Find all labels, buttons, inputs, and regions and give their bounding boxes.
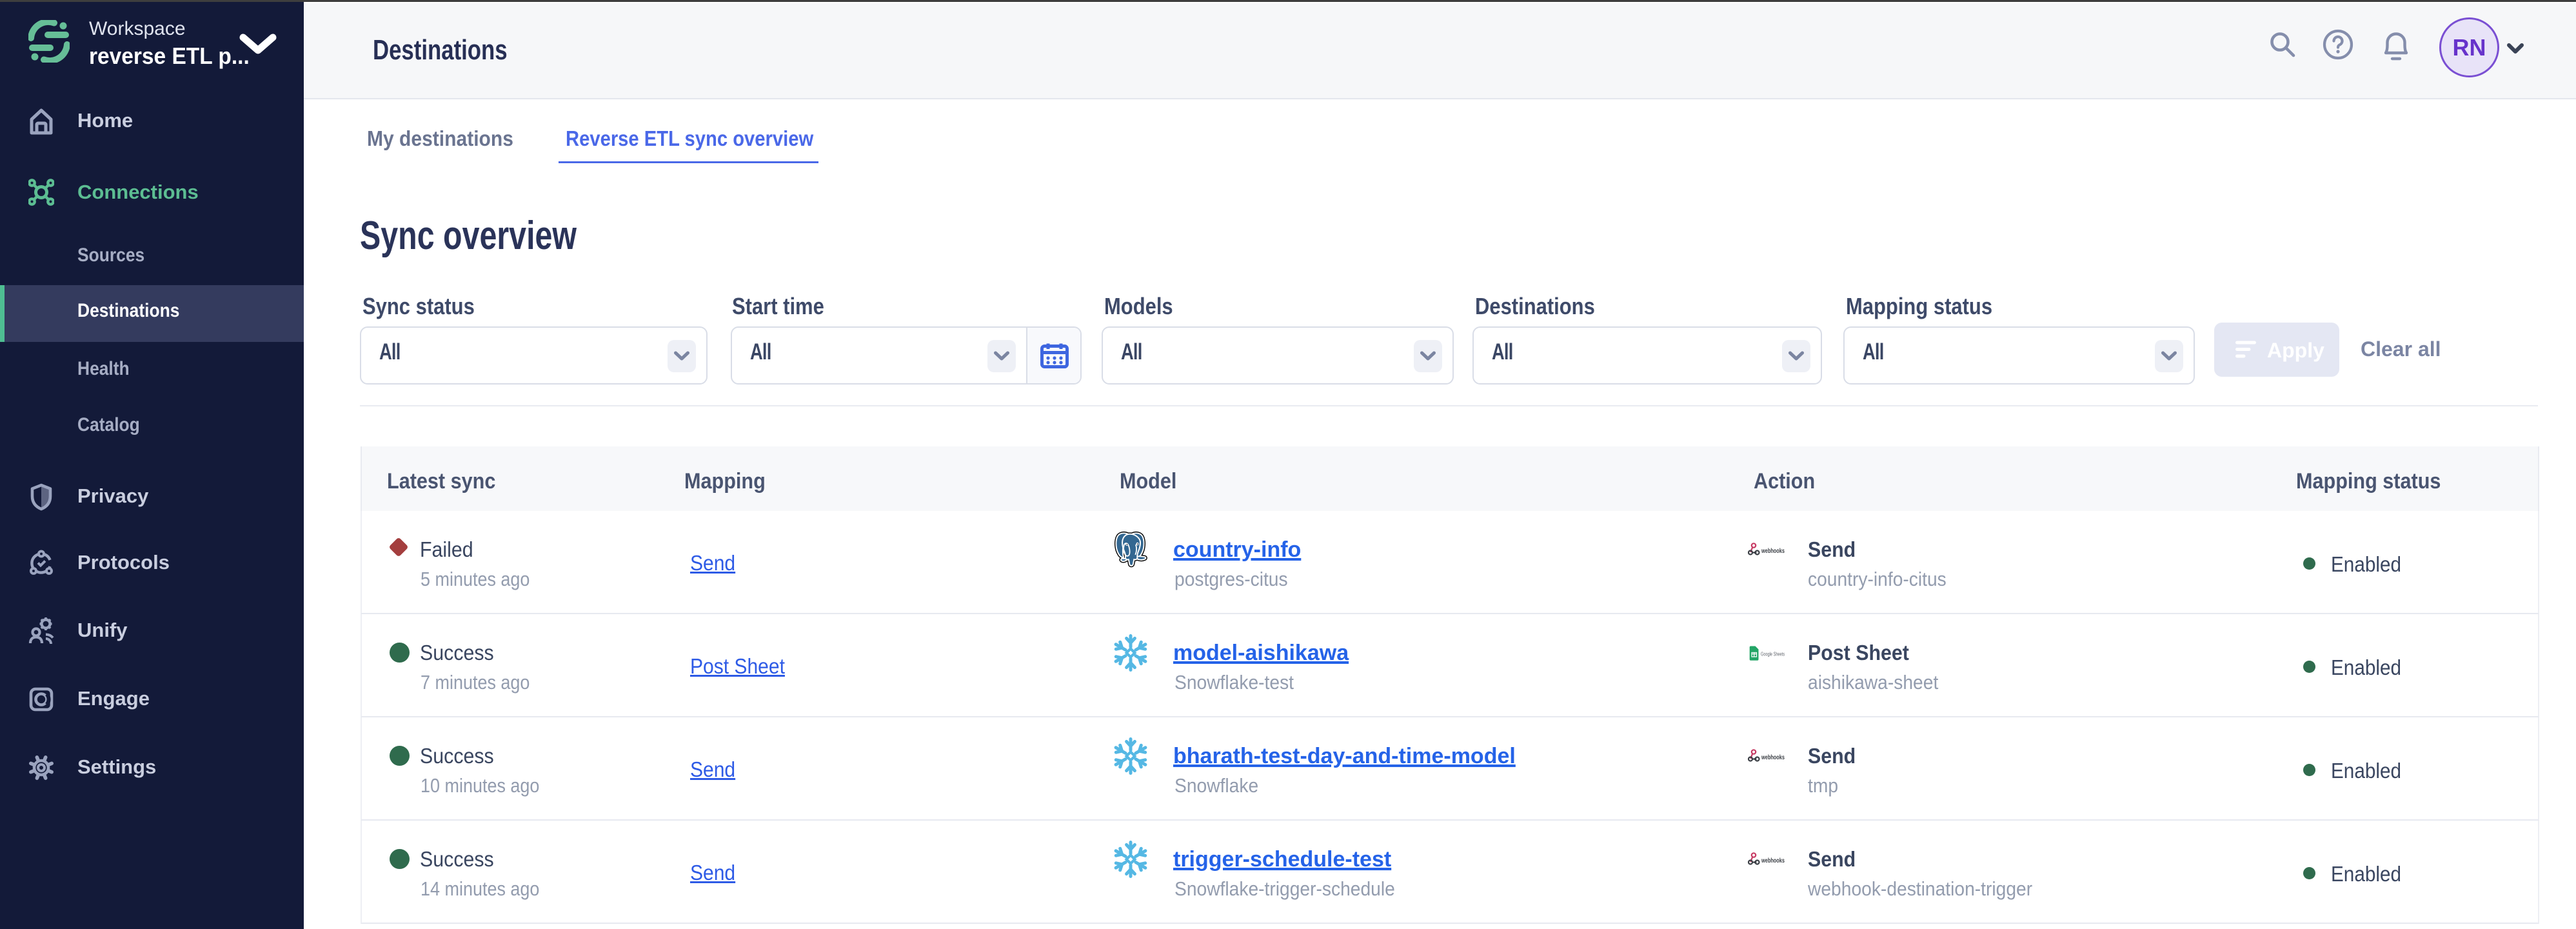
svg-text:webhooks: webhooks: [1761, 857, 1785, 864]
svg-text:webhooks: webhooks: [1761, 548, 1785, 555]
svg-text:Google Sheets: Google Sheets: [1761, 651, 1785, 657]
svg-text:webhooks: webhooks: [1761, 754, 1785, 761]
